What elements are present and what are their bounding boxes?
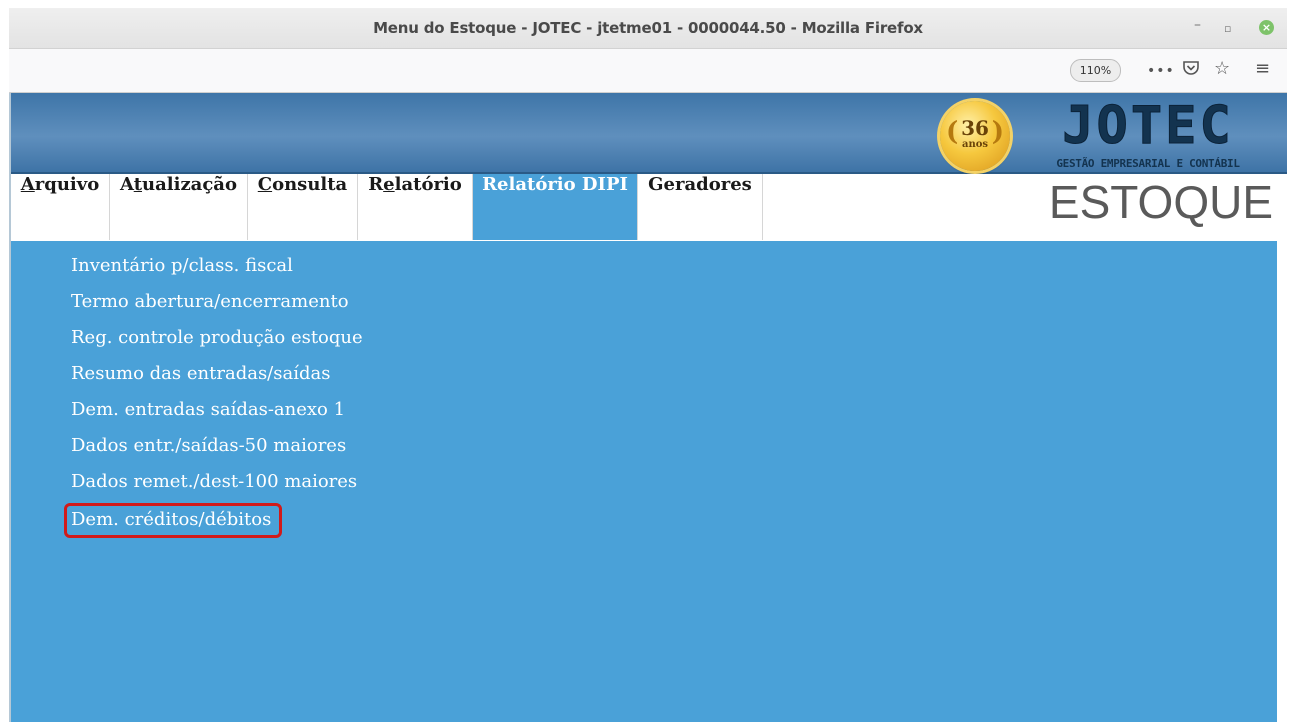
close-icon[interactable]: ×: [1259, 20, 1274, 35]
submenu-item-dem-creditos[interactable]: Dem. créditos/débitos: [64, 503, 363, 543]
logo-subtitle: GESTÃO EMPRESARIAL E CONTÁBIL: [1056, 157, 1240, 170]
submenu-item-resumo[interactable]: Resumo das entradas/saídas: [71, 363, 363, 399]
submenu-panel: Inventário p/class. fiscal Termo abertur…: [11, 241, 1277, 722]
submenu-item-dados-50[interactable]: Dados entr./saídas-50 maiores: [71, 435, 363, 471]
menu-label-post: latório: [394, 174, 462, 195]
submenu-item-label: Dem. créditos/débitos: [64, 503, 283, 538]
maximize-icon[interactable]: ▫: [1224, 22, 1231, 35]
submenu-item-dados-100[interactable]: Dados remet./dest-100 maiores: [71, 471, 363, 507]
menu-label-pre: A: [120, 174, 134, 195]
seal-number: 36: [961, 116, 989, 140]
submenu-item-dem-entradas[interactable]: Dem. entradas saídas-anexo 1: [71, 399, 363, 435]
pocket-icon[interactable]: [1182, 59, 1200, 82]
star-icon[interactable]: ☆: [1214, 59, 1230, 79]
menu-label-post: rquivo: [34, 174, 100, 195]
page-content: ( ) 36 anos JOTEC GESTÃO EMPRESARIAL E C…: [9, 93, 1287, 722]
jotec-logo: JOTEC: [1062, 96, 1234, 156]
menu-relatorio-dipi[interactable]: Relatório DIPI: [473, 174, 638, 240]
menu-geradores[interactable]: Geradores: [638, 174, 763, 240]
menu-accesskey: A: [20, 174, 35, 195]
zoom-indicator[interactable]: 110%: [1070, 59, 1121, 82]
menu-label-post: ualização: [142, 174, 237, 195]
menu-consulta[interactable]: Consulta: [248, 174, 358, 240]
title-bar: Menu do Estoque - JOTEC - jtetme01 - 000…: [9, 8, 1287, 49]
scrollbar[interactable]: [1277, 241, 1287, 722]
module-title: ESTOQUE: [1048, 176, 1273, 228]
menu-arquivo[interactable]: Arquivo: [11, 174, 110, 240]
browser-window: Menu do Estoque - JOTEC - jtetme01 - 000…: [9, 8, 1287, 722]
window-title: Menu do Estoque - JOTEC - jtetme01 - 000…: [373, 19, 923, 37]
menu-accesskey: t: [133, 174, 143, 195]
menu-accesskey: e: [383, 174, 395, 195]
menu-accesskey: C: [257, 174, 273, 195]
more-actions-icon[interactable]: •••: [1147, 61, 1175, 81]
menu-atualizacao[interactable]: Atualização: [110, 174, 248, 240]
submenu-item-termo-abertura[interactable]: Termo abertura/encerramento: [71, 291, 363, 327]
submenu-list: Inventário p/class. fiscal Termo abertur…: [64, 255, 363, 543]
hamburger-menu-icon[interactable]: ≡: [1255, 59, 1270, 79]
menu-label-pre: R: [368, 174, 384, 195]
submenu-item-inventario[interactable]: Inventário p/class. fiscal: [71, 255, 363, 291]
minimize-icon[interactable]: –: [1194, 17, 1201, 33]
main-menu-bar: Arquivo Atualização Consulta Relatório R…: [11, 174, 1287, 240]
anniversary-seal: ( ) 36 anos: [940, 101, 1010, 171]
header-banner: ( ) 36 anos JOTEC GESTÃO EMPRESARIAL E C…: [11, 93, 1287, 174]
browser-toolbar: 110% ••• ☆ ≡: [9, 49, 1287, 93]
menu-relatorio[interactable]: Relatório: [358, 174, 473, 240]
seal-word: anos: [961, 139, 989, 150]
submenu-item-reg-controle[interactable]: Reg. controle produção estoque: [71, 327, 363, 363]
menu-label-post: onsulta: [272, 174, 348, 195]
